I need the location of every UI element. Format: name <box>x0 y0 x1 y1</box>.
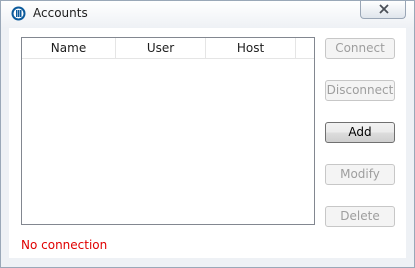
disconnect-button[interactable]: Disconnect <box>325 80 395 101</box>
column-header-host[interactable]: Host <box>206 38 296 58</box>
close-icon <box>379 4 389 14</box>
accounts-list[interactable]: Name User Host <box>21 37 315 225</box>
column-header-name[interactable]: Name <box>22 38 116 58</box>
delete-button[interactable]: Delete <box>325 206 395 227</box>
modify-button[interactable]: Modify <box>325 164 395 185</box>
window-title: Accounts <box>33 6 88 20</box>
column-header-filler <box>296 38 314 58</box>
close-button[interactable] <box>360 1 406 19</box>
list-header: Name User Host <box>22 38 314 59</box>
app-icon <box>11 6 26 21</box>
connect-button[interactable]: Connect <box>325 38 395 59</box>
connection-status: No connection <box>21 238 108 252</box>
title-bar[interactable]: Accounts <box>1 1 414 28</box>
add-button[interactable]: Add <box>325 122 395 143</box>
column-header-user[interactable]: User <box>116 38 206 58</box>
